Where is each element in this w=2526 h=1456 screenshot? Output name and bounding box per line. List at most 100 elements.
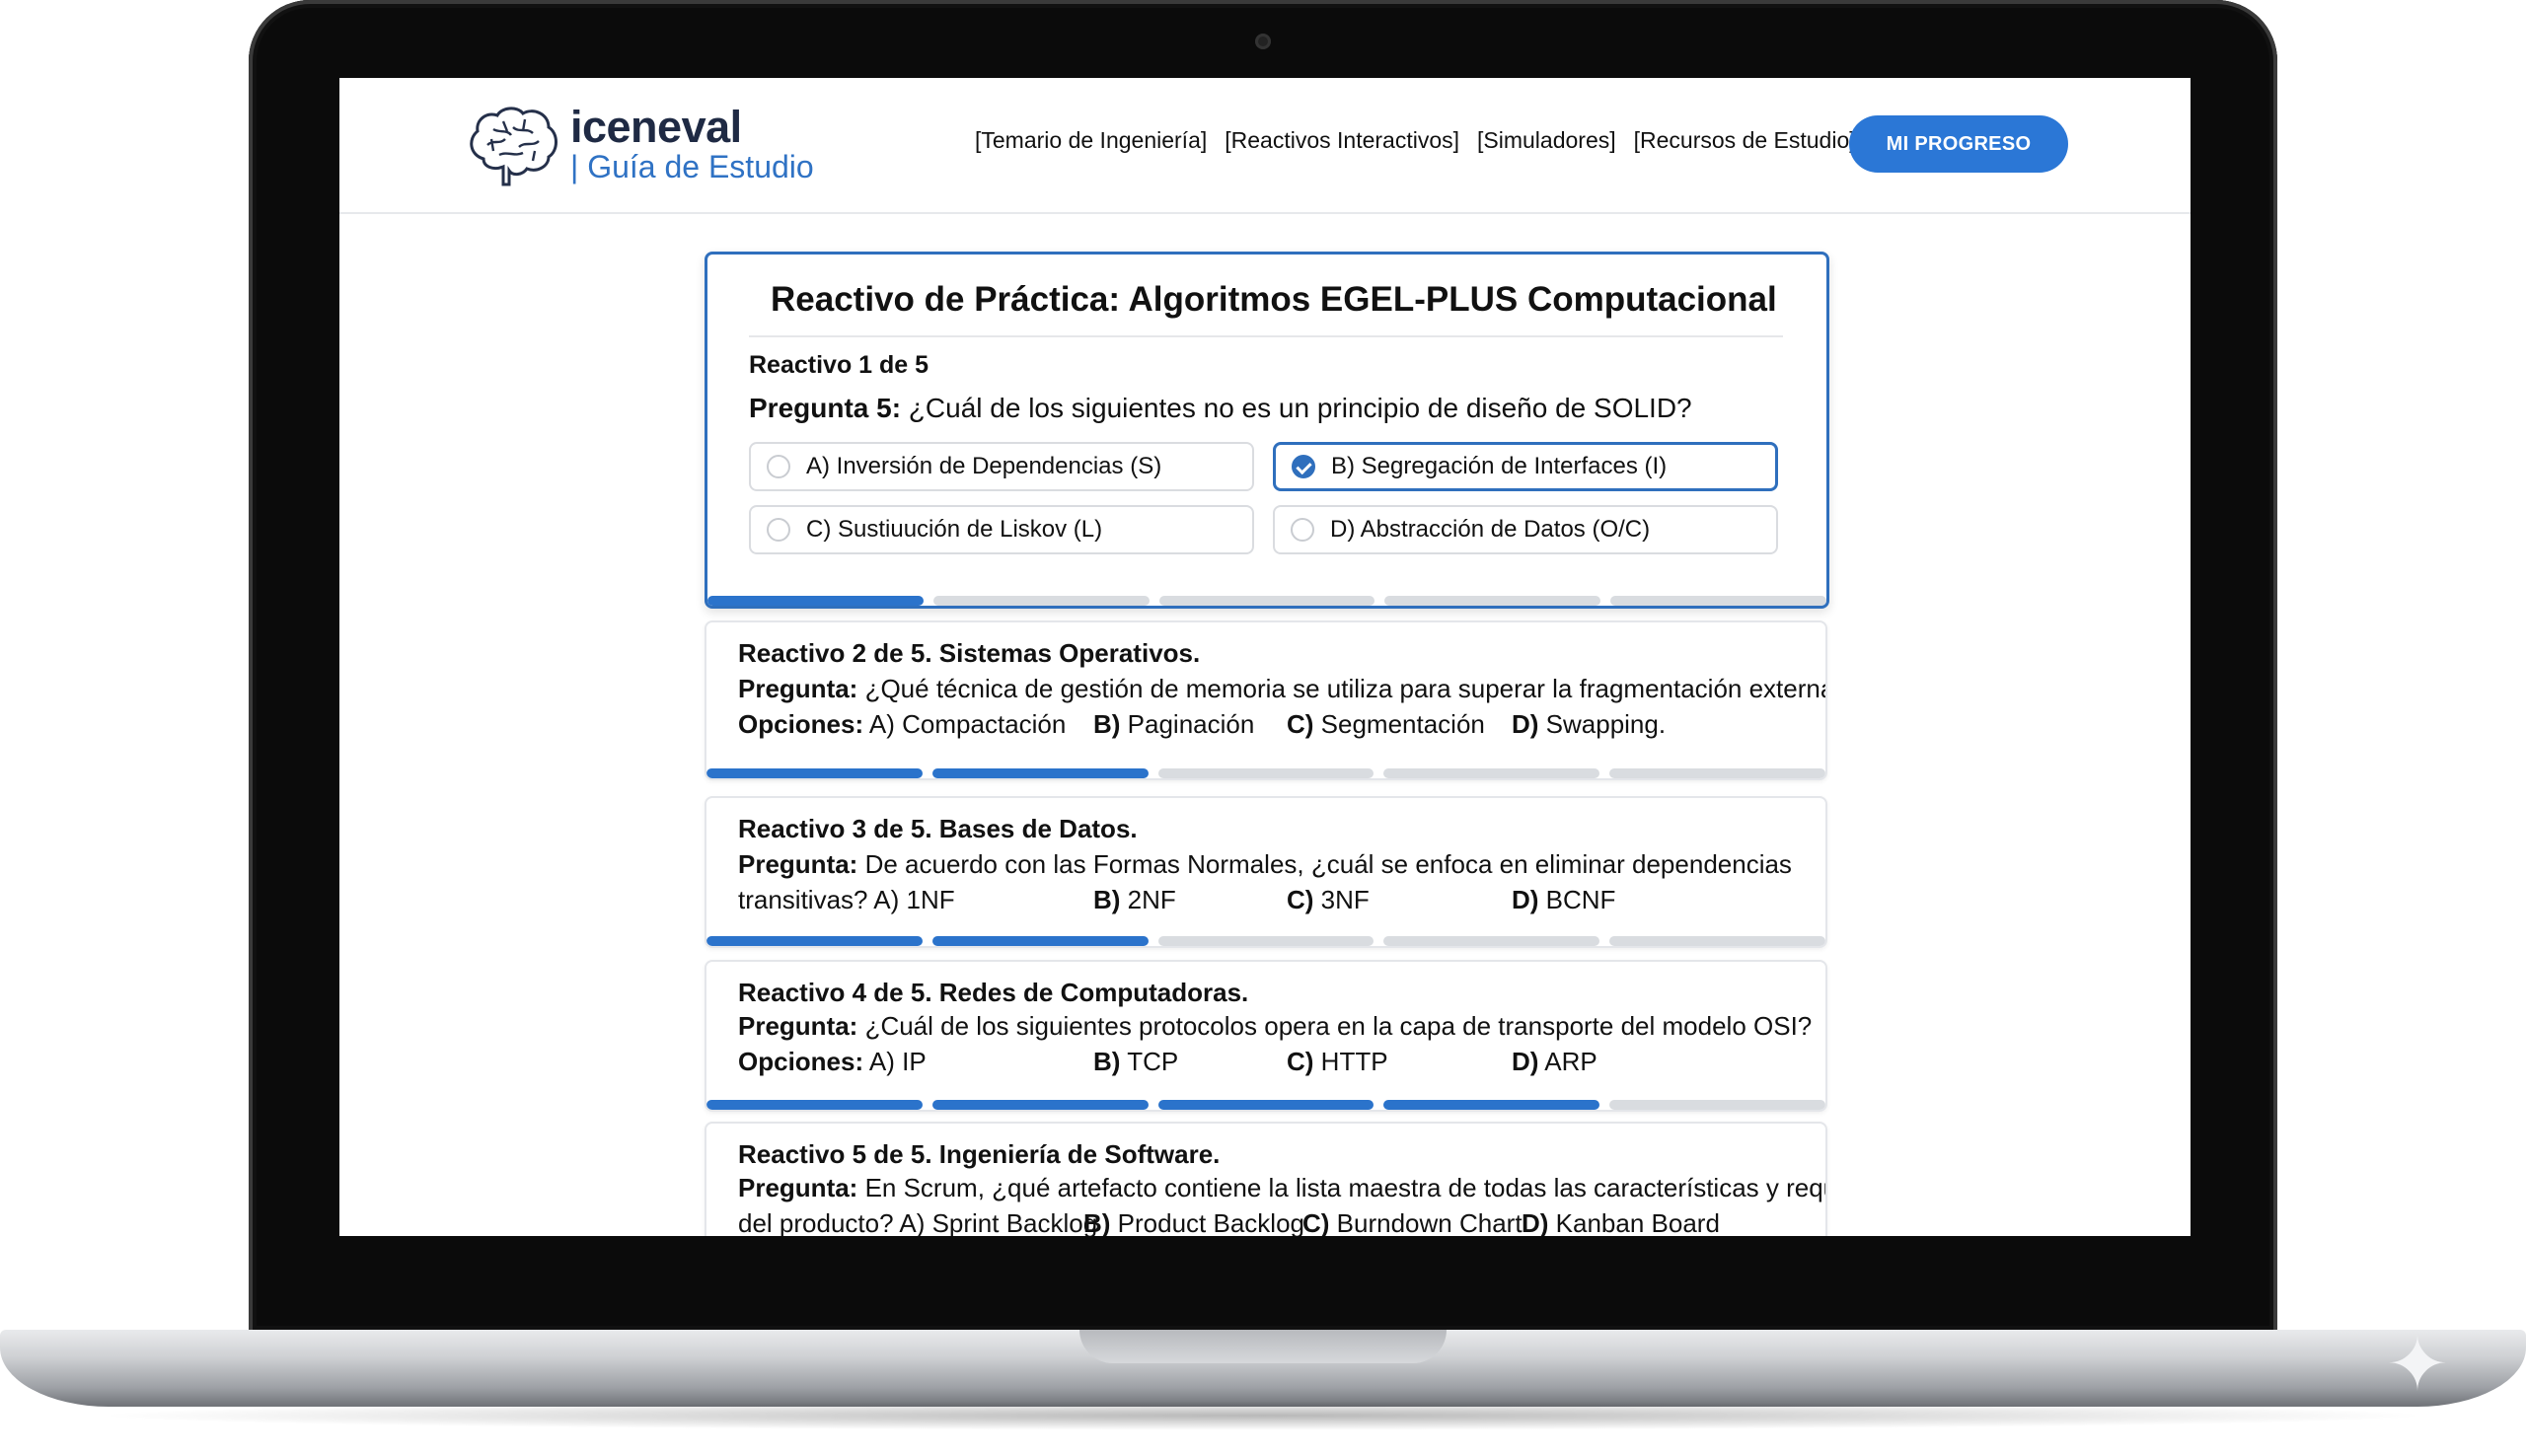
option-d[interactable]: D) Swapping. — [1512, 709, 1666, 740]
laptop-notch — [1079, 1330, 1447, 1363]
brand-subtitle: | Guía de Estudio — [570, 149, 814, 184]
progress-segment-done — [706, 1100, 923, 1110]
option-c-text: HTTP — [1313, 1047, 1388, 1076]
question-heading: Reactivo 3 de 5. Bases de Datos. — [738, 814, 1138, 843]
webcam-icon — [1255, 34, 1271, 49]
sparkle-icon: ✦ — [2386, 1323, 2449, 1407]
progress-segment-pending — [1610, 596, 1826, 606]
option-c[interactable]: C) Sustiuución de Liskov (L) — [749, 505, 1254, 554]
radio-checked-icon[interactable] — [1292, 455, 1315, 478]
brand-name[interactable]: iceneval — [570, 102, 742, 153]
option-d-text: Kanban Board — [1548, 1208, 1720, 1236]
my-progress-button[interactable]: MI PROGRESO — [1849, 115, 2068, 173]
option-d[interactable]: D) ARP — [1512, 1047, 1597, 1077]
option-d[interactable]: D) Abstracción de Datos (O/C) — [1273, 505, 1778, 554]
option-d[interactable]: D) BCNF — [1512, 885, 1615, 915]
progress-segment-done — [931, 1100, 1149, 1110]
progress-segment-done — [706, 768, 923, 778]
question-label: Pregunta: — [738, 674, 858, 703]
question-body: ¿Qué técnica de gestión de memoria se ut… — [857, 674, 1827, 703]
question-label: Pregunta 5: — [749, 393, 902, 423]
question-body: ¿Cuál de los siguientes protocolos opera… — [857, 1011, 1813, 1041]
nav-simuladores[interactable]: [Simuladores] — [1477, 127, 1616, 154]
option-d-key: D) — [1512, 709, 1539, 739]
option-b-key: B) — [1093, 1047, 1121, 1076]
question-label: Pregunta: — [738, 1011, 858, 1041]
progress-segment-pending — [1383, 936, 1600, 946]
nav-reactivos[interactable]: [Reactivos Interactivos] — [1225, 127, 1459, 154]
options-label: Opciones: — [738, 709, 864, 739]
radio-icon[interactable] — [767, 455, 790, 478]
option-d[interactable]: D) Kanban Board — [1522, 1208, 1720, 1236]
option-c[interactable]: C) HTTP — [1287, 1047, 1388, 1077]
question-continuation: del producto? A) Sprint Backlog — [738, 1208, 1098, 1236]
progress-segment-done — [707, 596, 924, 606]
option-c-text: Burndown Chart — [1329, 1208, 1523, 1236]
progress-segment-done — [1157, 1100, 1374, 1110]
brain-icon[interactable] — [464, 102, 560, 188]
card-title: Reactivo de Práctica: Algoritmos EGEL-PL… — [771, 280, 1777, 319]
question-text: Pregunta: En Scrum, ¿qué artefacto conti… — [738, 1173, 1825, 1203]
option-c[interactable]: C) 3NF — [1287, 885, 1370, 915]
question-counter: Reactivo 1 de 5 — [749, 351, 929, 379]
option-a[interactable]: A) Compactación — [863, 709, 1066, 739]
option-b[interactable]: B) Segregación de Interfaces (I) — [1273, 442, 1778, 491]
laptop-shadow — [89, 1401, 2437, 1430]
option-a[interactable]: A) IP — [863, 1047, 927, 1076]
option-c[interactable]: C) Segmentación — [1287, 709, 1485, 740]
option-b-text: Paginación — [1120, 709, 1255, 739]
options-label: Opciones: — [738, 1047, 864, 1076]
option-c[interactable]: C) Burndown Chart — [1302, 1208, 1523, 1236]
title-divider — [749, 335, 1783, 337]
option-b-label: B) Segregación de Interfaces (I) — [1331, 453, 1668, 479]
option-b[interactable]: B) Product Backlog — [1083, 1208, 1304, 1236]
question-text: Pregunta: ¿Qué técnica de gestión de mem… — [738, 674, 1827, 704]
progress-segment-done — [931, 936, 1149, 946]
question-body: ¿Cuál de los siguientes no es un princip… — [901, 393, 1692, 423]
question-continuation: transitivas? A) 1NF — [738, 885, 955, 914]
option-d-text: BCNF — [1538, 885, 1616, 914]
option-c-text: 3NF — [1313, 885, 1370, 914]
option-b-text: TCP — [1120, 1047, 1179, 1076]
progress-segment-pending — [1609, 1100, 1825, 1110]
question-text: Pregunta: De acuerdo con las Formas Norm… — [738, 849, 1792, 880]
main-nav: [Temario de Ingeniería] [Reactivos Inter… — [975, 127, 1856, 154]
option-c-key: C) — [1302, 1208, 1330, 1236]
option-b[interactable]: B) 2NF — [1093, 885, 1176, 915]
question-label: Pregunta: — [738, 1173, 858, 1202]
option-c-key: C) — [1287, 885, 1314, 914]
question-card: Reactivo 3 de 5. Bases de Datos. Pregunt… — [705, 796, 1827, 948]
progress-segments — [706, 1100, 1825, 1110]
option-c-key: C) — [1287, 1047, 1314, 1076]
question-card: Reactivo 5 de 5. Ingeniería de Software.… — [705, 1122, 1827, 1236]
options-line: Opciones: A) Compactación — [738, 709, 1066, 740]
progress-segment-done — [931, 768, 1149, 778]
radio-icon[interactable] — [767, 518, 790, 542]
progress-segment-done — [706, 936, 923, 946]
question-card: Reactivo 4 de 5. Redes de Computadoras. … — [705, 960, 1827, 1112]
option-b-key: B) — [1083, 1208, 1111, 1236]
option-c-label: C) Sustiuución de Liskov (L) — [806, 516, 1103, 543]
option-a[interactable]: A) Inversión de Dependencias (S) — [749, 442, 1254, 491]
option-c-text: Segmentación — [1313, 709, 1485, 739]
radio-icon[interactable] — [1291, 518, 1314, 542]
option-b[interactable]: B) Paginación — [1093, 709, 1254, 740]
question-card: Reactivo 2 de 5. Sistemas Operativos. Pr… — [705, 620, 1827, 780]
option-d-label: D) Abstracción de Datos (O/C) — [1330, 516, 1651, 543]
progress-segment-pending — [1157, 768, 1374, 778]
option-b[interactable]: B) TCP — [1093, 1047, 1178, 1077]
progress-segments — [706, 768, 1825, 778]
progress-segment-pending — [1158, 596, 1375, 606]
progress-segments — [707, 596, 1826, 606]
option-c-key: C) — [1287, 709, 1314, 739]
question-body: De acuerdo con las Formas Normales, ¿cuá… — [857, 849, 1792, 879]
progress-segment-pending — [1384, 596, 1601, 606]
progress-segment-pending — [1383, 768, 1600, 778]
progress-segments — [706, 936, 1825, 946]
question-text: Pregunta 5: ¿Cuál de los siguientes no e… — [749, 393, 1692, 424]
option-b-key: B) — [1093, 709, 1121, 739]
nav-recursos[interactable]: [Recursos de Estudio] — [1634, 127, 1856, 154]
question-text: Pregunta: ¿Cuál de los siguientes protoc… — [738, 1011, 1812, 1042]
question-heading: Reactivo 2 de 5. Sistemas Operativos. — [738, 638, 1201, 668]
nav-temario[interactable]: [Temario de Ingeniería] — [975, 127, 1207, 154]
